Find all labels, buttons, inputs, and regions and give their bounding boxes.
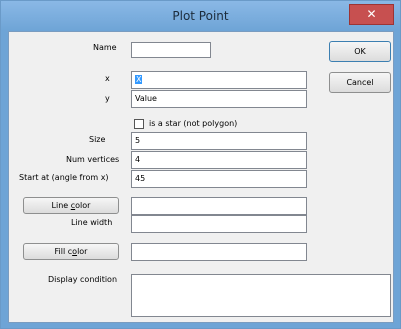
ok-button[interactable]: OK [329, 41, 391, 62]
fill-color-pre: Fill c [54, 247, 73, 256]
x-label: x [105, 74, 110, 83]
ok-label: OK [354, 47, 366, 56]
line-color-pre: Line [51, 201, 71, 210]
num-vertices-input[interactable]: 4 [131, 151, 307, 169]
name-label: Name [93, 43, 117, 52]
start-at-label: Start at (angle from x) [19, 173, 109, 182]
num-vertices-label: Num vertices [66, 155, 120, 164]
y-input[interactable]: Value [131, 90, 307, 108]
dialog-window: Plot Point ✕ Name OK Cancel x X y Value … [0, 0, 401, 329]
fill-color-post: lor [77, 247, 88, 256]
x-input[interactable]: X [131, 71, 307, 89]
fill-color-button[interactable]: Fill color [23, 243, 119, 260]
fill-color-swatch[interactable] [131, 243, 307, 261]
display-condition-textarea[interactable] [131, 274, 391, 317]
line-width-label: Line width [71, 218, 113, 227]
window-title: Plot Point [172, 9, 229, 23]
start-at-input[interactable]: 45 [131, 170, 307, 188]
y-label: y [105, 94, 110, 103]
title-bar[interactable]: Plot Point ✕ [1, 1, 400, 31]
close-button[interactable]: ✕ [349, 4, 394, 25]
dialog-body: Name OK Cancel x X y Value is a star (no… [8, 31, 394, 323]
cancel-button[interactable]: Cancel [329, 72, 391, 93]
display-condition-label: Display condition [48, 275, 118, 284]
line-color-swatch[interactable] [131, 197, 307, 215]
size-label: Size [89, 135, 106, 144]
name-input[interactable] [131, 42, 211, 58]
line-color-post: olor [75, 201, 91, 210]
line-color-button[interactable]: Line color [23, 197, 119, 214]
is-star-checkbox[interactable] [134, 119, 144, 129]
line-width-input[interactable] [131, 215, 307, 233]
cancel-label: Cancel [346, 78, 374, 87]
is-star-label: is a star (not polygon) [149, 119, 238, 128]
size-input[interactable]: 5 [131, 132, 307, 150]
close-icon: ✕ [366, 7, 377, 21]
x-value: X [135, 75, 143, 84]
